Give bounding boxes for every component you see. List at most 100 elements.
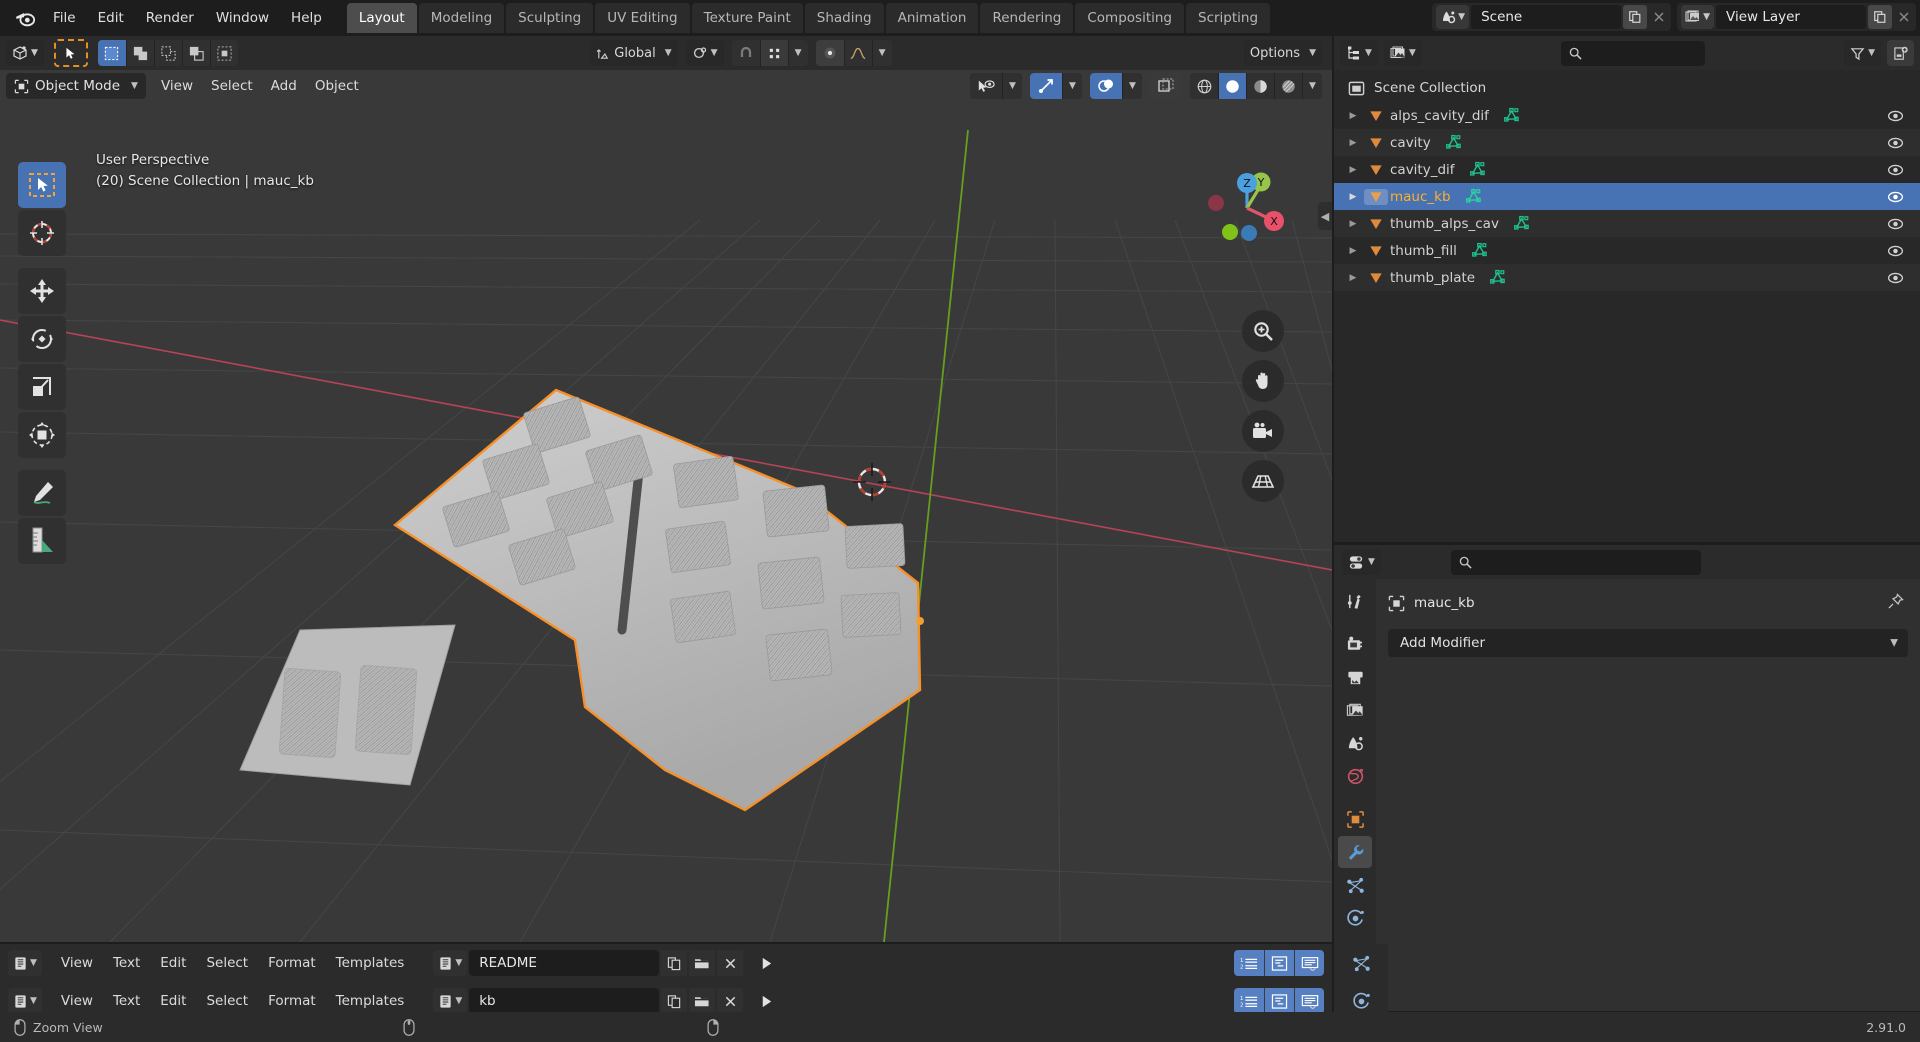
grid-perspective-icon[interactable] [1242,460,1284,502]
proportional-edit-icon[interactable] [815,40,844,66]
outliner-item-thumb-fill[interactable]: ▶ thumb_fill [1334,237,1920,264]
object-mode-dropdown[interactable]: Object Mode ▼ [6,73,146,99]
text-filename-input[interactable]: kb [469,988,660,1014]
text-menu-select[interactable]: Select [197,989,257,1013]
close-icon[interactable] [1892,5,1916,29]
text-menu-view[interactable]: View [52,989,102,1013]
select-invert-icon[interactable] [181,40,210,66]
shading-solid-icon[interactable] [1218,73,1246,99]
scene-selector[interactable]: ▼ Scene [1432,3,1672,31]
shading-material-icon[interactable] [1246,73,1274,99]
tool-move-icon[interactable] [18,268,66,314]
view-layer-name[interactable]: View Layer [1716,5,1866,29]
view-layer-selector[interactable]: ▼ View Layer [1677,3,1916,31]
workspace-tab-texture-paint[interactable]: Texture Paint [691,3,803,33]
visibility-eye-icon[interactable] [1887,190,1904,204]
properties-breadcrumb[interactable]: mauc_kb [1388,589,1908,617]
chevron-down-icon[interactable]: ▼ [1062,73,1082,99]
unlink-x-icon[interactable] [717,988,744,1014]
run-script-icon[interactable] [753,950,779,976]
workspace-tab-compositing[interactable]: Compositing [1075,3,1184,33]
tool-properties-tab[interactable] [1338,585,1372,617]
text-menu-format[interactable]: Format [259,989,325,1013]
view-layer-properties-tab[interactable] [1338,694,1372,726]
visibility-eye-icon[interactable] [1887,136,1904,150]
text-menu-text[interactable]: Text [104,951,149,975]
properties-editor[interactable]: ▼ mauc_kb Add Modifier ▼ [1334,545,1920,1011]
world-properties-tab[interactable] [1338,760,1372,792]
line-numbers-icon[interactable]: 12 [1234,988,1264,1014]
shading-rendered-icon[interactable] [1274,73,1302,99]
falloff-smooth-icon[interactable] [843,40,872,66]
new-text-icon[interactable] [661,950,688,976]
chevron-down-icon[interactable]: ▼ [1122,73,1142,99]
workspace-tab-scripting[interactable]: Scripting [1186,3,1271,33]
new-text-icon[interactable] [661,988,688,1014]
text-menu-templates[interactable]: Templates [327,989,414,1013]
editor-type-text-icon[interactable]: ▼ [8,950,42,976]
open-folder-icon[interactable] [689,988,716,1014]
select-set-icon[interactable] [97,40,126,66]
copy-icon[interactable] [1868,5,1892,29]
viewport-menu-add[interactable]: Add [262,74,306,98]
outliner-item-thumb-plate[interactable]: ▶ thumb_plate [1334,264,1920,291]
viewport-menu-object[interactable]: Object [306,74,368,98]
text-menu-templates[interactable]: Templates [327,951,414,975]
mesh-data-icon[interactable] [1489,269,1506,286]
display-mode-view-layer-icon[interactable]: ▼ [1383,40,1422,66]
word-wrap-icon[interactable] [1294,950,1324,976]
chevron-down-icon[interactable]: ▼ [787,40,808,66]
pin-icon[interactable] [1887,593,1904,610]
tool-annotate-icon[interactable] [18,470,66,516]
show-hide-icon[interactable] [970,73,1002,99]
tweak-cursor-icon[interactable] [53,39,88,67]
menu-help[interactable]: Help [280,6,333,30]
menu-file[interactable]: File [42,6,87,30]
filter-funnel-icon[interactable]: ▼ [1844,40,1881,66]
workspace-tab-uv-editing[interactable]: UV Editing [595,3,690,33]
text-menu-select[interactable]: Select [197,951,257,975]
expand-triangle-icon[interactable]: ▶ [1342,246,1364,256]
tool-cursor-icon[interactable] [18,210,66,256]
text-menu-view[interactable]: View [52,951,102,975]
render-properties-tab[interactable] [1338,628,1372,660]
close-icon[interactable] [1647,5,1671,29]
view-layer-icon[interactable]: ▼ [1681,5,1714,29]
mesh-data-icon[interactable] [1513,215,1530,232]
expand-triangle-icon[interactable]: ▶ [1342,165,1364,175]
visibility-eye-icon[interactable] [1887,163,1904,177]
open-folder-icon[interactable] [689,950,716,976]
run-script-icon[interactable] [753,988,779,1014]
outliner-search-input[interactable] [1561,40,1705,66]
chevron-down-icon[interactable]: ▼ [1302,73,1322,99]
modifier-properties-tab[interactable] [1338,836,1372,868]
outliner-item-thumb-alps-cav[interactable]: ▶ thumb_alps_cav [1334,210,1920,237]
viewport-options-button[interactable]: Options ▼ [1243,40,1322,66]
expand-triangle-icon[interactable]: ▶ [1342,273,1364,283]
zoom-icon[interactable] [1242,310,1284,352]
viewport-canvas[interactable]: User Perspective (20) Scene Collection |… [0,70,1332,942]
workspace-tab-sculpting[interactable]: Sculpting [506,3,594,33]
hand-icon[interactable] [1242,360,1284,402]
snap-magnet-icon[interactable] [731,40,760,66]
scene-properties-tab[interactable] [1338,727,1372,759]
scene-icon[interactable]: ▼ [1436,5,1470,29]
mesh-data-icon[interactable] [1471,242,1488,259]
properties-search-input[interactable] [1450,549,1701,575]
tool-transform-icon[interactable] [18,412,66,458]
physics-tab-icon[interactable] [1352,992,1371,1011]
outliner-item-cavity-dif[interactable]: ▶ cavity_dif [1334,156,1920,183]
expand-triangle-icon[interactable]: ▶ [1342,138,1364,148]
new-collection-icon[interactable] [1886,40,1914,66]
workspace-tab-modeling[interactable]: Modeling [418,3,505,33]
text-datablock-icon[interactable]: ▼ [433,988,468,1014]
shading-wireframe-icon[interactable] [1190,73,1218,99]
workspace-tab-shading[interactable]: Shading [804,3,884,33]
text-menu-edit[interactable]: Edit [151,989,195,1013]
text-filename-input[interactable]: README [469,950,660,976]
blender-logo-icon[interactable] [8,1,42,35]
outliner-item-cavity[interactable]: ▶ cavity [1334,129,1920,156]
workspace-tab-layout[interactable]: Layout [346,3,417,33]
output-properties-tab[interactable] [1338,661,1372,693]
physics-properties-tab[interactable] [1338,902,1372,934]
